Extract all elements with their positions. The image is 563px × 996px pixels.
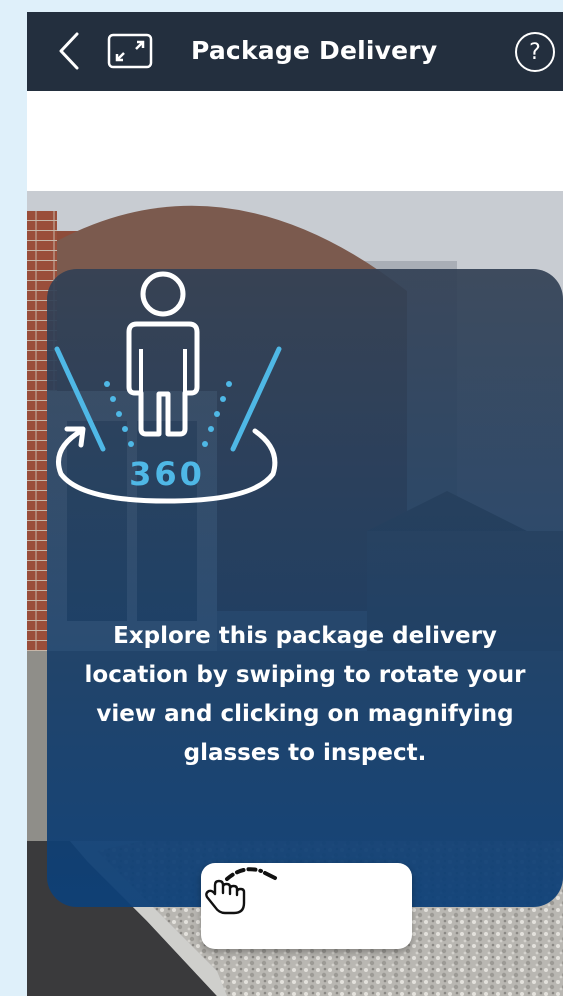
help-circle-icon: ? xyxy=(529,39,541,65)
swipe-hand-icon xyxy=(205,867,277,915)
fullscreen-button[interactable] xyxy=(107,33,153,69)
intro-overlay-card: 360 Explore this package delivery locati… xyxy=(47,269,563,907)
page-title: Package Delivery xyxy=(191,36,438,65)
swipe-dismiss-button[interactable] xyxy=(201,863,412,949)
help-button[interactable]: ? xyxy=(515,32,555,72)
person-360-icon: 360 xyxy=(54,271,282,504)
expand-icon xyxy=(107,33,153,69)
back-button[interactable] xyxy=(53,30,85,72)
intro-instructions: Explore this package delivery location b… xyxy=(84,623,526,766)
app-frame: Package Delivery ? 360 Explore this pack… xyxy=(27,12,563,996)
chevron-left-icon xyxy=(59,32,79,70)
street-view-panorama[interactable]: 360 Explore this package delivery locati… xyxy=(27,91,563,996)
icon-360-label: 360 xyxy=(129,455,205,493)
top-bar: Package Delivery ? xyxy=(27,12,563,91)
